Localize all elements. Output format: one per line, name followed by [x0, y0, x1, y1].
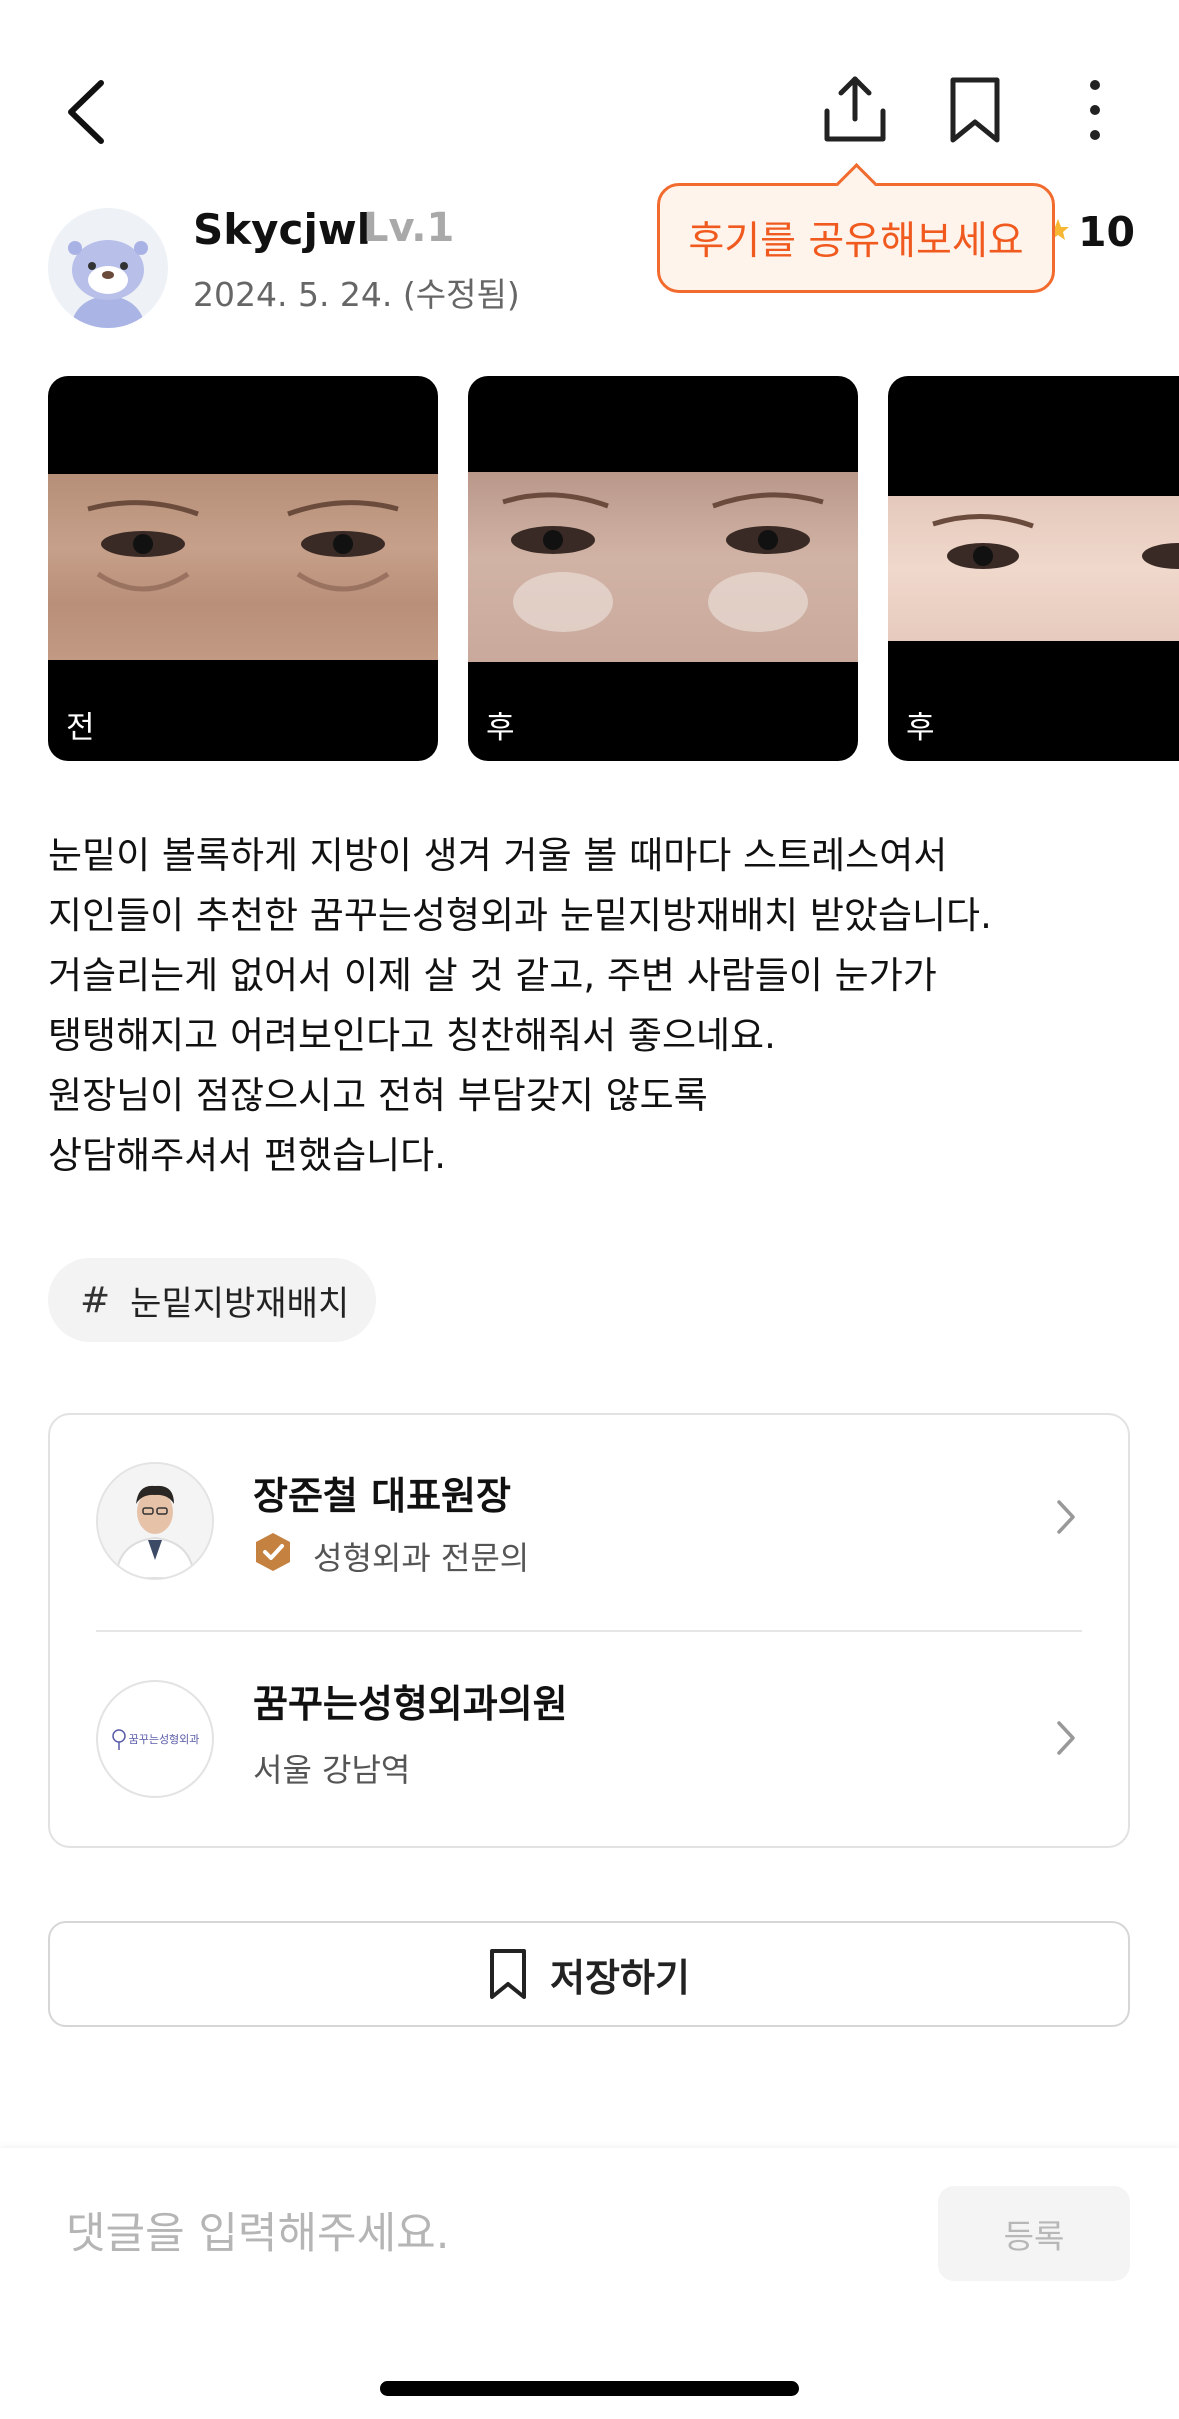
eye-photo — [48, 474, 438, 660]
bookmark-button[interactable] — [940, 70, 1010, 150]
doctor-clinic-card: 장준철 대표원장 성형외과 전문의 꿈꾸는성형외과 꿈꾸는성형외과의원 서울 강… — [48, 1413, 1130, 1848]
bookmark-icon — [950, 77, 1000, 143]
review-line: 지인들이 추천한 꿈꾸는성형외과 눈밑지방재배치 받았습니다. — [48, 894, 992, 937]
clinic-row[interactable]: 꿈꾸는성형외과 꿈꾸는성형외과의원 서울 강남역 — [50, 1633, 1128, 1843]
review-line: 탱탱해지고 어려보인다고 칭찬해줘서 좋으네요. — [48, 1014, 776, 1057]
author-name[interactable]: Skycjwl — [193, 205, 371, 254]
review-line: 눈밑이 볼록하게 지방이 생겨 거울 볼 때마다 스트레스여서 — [48, 834, 948, 877]
clinic-logo: 꿈꾸는성형외과 — [96, 1680, 214, 1798]
review-line: 상담해주셔서 편했습니다. — [48, 1134, 446, 1177]
hash-icon: # — [80, 1279, 111, 1321]
eye-photo — [888, 496, 1179, 641]
review-line: 원장님이 점잖으시고 전혀 부담갖지 않도록 — [48, 1074, 708, 1117]
share-button[interactable] — [820, 70, 890, 150]
save-button-label: 저장하기 — [550, 1955, 690, 2000]
clinic-location: 서울 강남역 — [253, 1751, 411, 1789]
hashtag-label: 눈밑지방재배치 — [130, 1283, 350, 1324]
back-button[interactable] — [50, 72, 120, 152]
verified-badge-icon — [256, 1533, 290, 1571]
home-indicator[interactable] — [380, 2381, 799, 2396]
chevron-left-icon — [68, 80, 104, 144]
clinic-logo-text: 꿈꾸는성형외과 — [128, 1733, 200, 1746]
divider — [96, 1630, 1082, 1632]
rating-value: 10 — [1078, 208, 1136, 256]
post-date: 2024. 5. 24. (수정됨) — [193, 275, 520, 314]
chevron-right-icon — [1057, 1500, 1075, 1534]
doctor-name: 장준철 대표원장 — [253, 1474, 511, 1518]
more-vertical-icon — [1090, 80, 1100, 140]
photo-label: 후 — [906, 710, 935, 746]
more-button[interactable] — [1080, 70, 1110, 150]
photo-label: 후 — [486, 710, 515, 746]
comment-bar: 등록 — [0, 2148, 1179, 2419]
avatar[interactable] — [48, 208, 168, 328]
bookmark-icon — [490, 1949, 527, 1999]
author-level: Lv.1 — [363, 205, 455, 251]
chevron-right-icon — [1057, 1721, 1075, 1755]
doctor-specialty: 성형외과 전문의 — [313, 1539, 530, 1577]
hashtag-chip[interactable]: # 눈밑지방재배치 — [48, 1258, 376, 1342]
share-tooltip[interactable]: 후기를 공유해보세요 — [657, 183, 1055, 293]
photo-label: 전 — [66, 710, 95, 746]
review-text: 눈밑이 볼록하게 지방이 생겨 거울 볼 때마다 스트레스여서 지인들이 추천한… — [48, 826, 1148, 1186]
photo-after-1[interactable]: 후 — [468, 376, 858, 761]
share-tooltip-text: 후기를 공유해보세요 — [688, 219, 1024, 264]
review-line: 거슬리는게 없어서 이제 살 것 같고, 주변 사람들이 눈가가 — [48, 954, 937, 997]
register-button-label: 등록 — [1003, 2216, 1065, 2256]
share-icon — [824, 76, 886, 142]
photo-before[interactable]: 전 — [48, 376, 438, 761]
doctor-photo — [96, 1462, 214, 1580]
photo-after-2[interactable]: 후 — [888, 376, 1179, 761]
register-button[interactable]: 등록 — [938, 2186, 1130, 2281]
clinic-name: 꿈꾸는성형외과의원 — [253, 1682, 568, 1726]
comment-input[interactable] — [64, 2198, 928, 2270]
save-button[interactable]: 저장하기 — [48, 1921, 1130, 2027]
doctor-row[interactable]: 장준철 대표원장 성형외과 전문의 — [50, 1415, 1128, 1625]
otter-avatar-icon — [68, 240, 148, 328]
eye-photo — [468, 472, 858, 662]
